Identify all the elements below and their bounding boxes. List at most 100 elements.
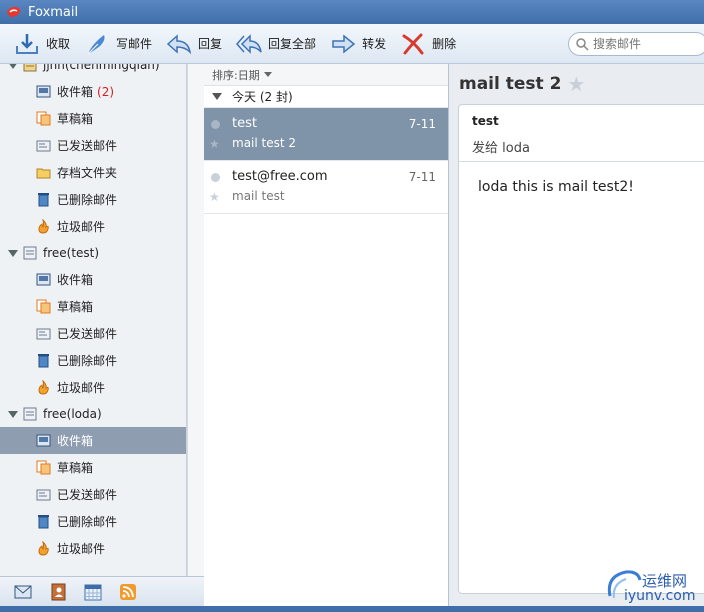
folder-drafts[interactable]: 草稿箱 — [0, 454, 186, 481]
module-switcher-bar — [0, 576, 204, 606]
message-row-selected[interactable]: ★ test 7-11 mail test 2 — [204, 108, 448, 161]
message-date: 7-11 — [408, 170, 436, 184]
sent-mail-icon — [36, 140, 51, 152]
message-sender: test@free.com — [232, 169, 328, 184]
drafts-icon — [36, 111, 51, 126]
chevron-down-icon — [263, 72, 272, 77]
folder-deleted[interactable]: 已删除邮件 — [0, 508, 186, 535]
folder-deleted[interactable]: 已删除邮件 — [0, 347, 186, 374]
mail-module-button[interactable] — [12, 582, 34, 602]
sent-mail-icon — [36, 489, 51, 501]
read-status-dot-icon[interactable] — [211, 120, 220, 129]
folder-junk[interactable]: 垃圾邮件 — [0, 374, 186, 401]
folder-sent[interactable]: 已发送邮件 — [0, 481, 186, 508]
reply-button[interactable]: 回复 — [160, 28, 230, 60]
reader-sender[interactable]: test — [472, 114, 499, 128]
rss-module-button[interactable] — [117, 582, 139, 602]
reading-pane: mail test 2 ★ test 发给 loda loda this is … — [449, 64, 704, 606]
message-row[interactable]: ★ test@free.com 7-11 mail test — [204, 161, 448, 214]
sort-selector[interactable]: 排序:日期 — [204, 64, 448, 86]
address-book-icon — [51, 583, 66, 600]
folder-inbox[interactable]: 收件箱 (2) — [0, 78, 186, 105]
title-bar: Foxmail — [0, 0, 704, 24]
folder-junk[interactable]: 垃圾邮件 — [0, 213, 186, 240]
folder-drafts[interactable]: 草稿箱 — [0, 105, 186, 132]
folder-drafts[interactable]: 草稿箱 — [0, 293, 186, 320]
account-free-loda[interactable]: free(loda) — [0, 401, 186, 427]
toolbar: 收取 写邮件 回复 回复全部 转发 删除 — [0, 24, 704, 64]
reader-recipient: 发给 loda — [472, 141, 530, 156]
forward-button[interactable]: 转发 — [324, 28, 394, 60]
inbox-icon — [36, 434, 51, 447]
message-subject: mail test 2 — [232, 136, 297, 150]
junk-fire-icon — [38, 541, 49, 556]
window-bottom-strip — [0, 606, 704, 612]
collapse-triangle-icon[interactable] — [8, 64, 18, 69]
account-mailbox-icon — [23, 246, 37, 260]
junk-fire-icon — [38, 380, 49, 395]
sidebar-scrollbar[interactable] — [187, 64, 204, 576]
date-group-header[interactable]: 今天 (2 封) — [204, 86, 448, 108]
message-subject: mail test — [232, 189, 285, 203]
feather-pen-icon — [87, 34, 105, 54]
search-icon — [576, 38, 589, 51]
sent-mail-icon — [36, 328, 51, 340]
trash-can-icon — [38, 515, 49, 529]
inbox-icon — [36, 273, 51, 286]
folder-sidebar: jjnn(chenmingqian) 收件箱 (2) 草稿箱 已发送邮件 存档文… — [0, 64, 187, 576]
reader-subject-header: mail test 2 ★ — [459, 72, 585, 96]
mail-icon — [14, 585, 32, 598]
folder-junk[interactable]: 垃圾邮件 — [0, 535, 186, 562]
rss-feed-icon — [120, 583, 136, 600]
calendar-module-button[interactable] — [82, 582, 104, 602]
compose-button[interactable]: 写邮件 — [78, 28, 160, 60]
calendar-icon — [84, 584, 102, 600]
receive-button[interactable]: 收取 — [8, 28, 78, 60]
message-list-pane: 排序:日期 今天 (2 封) ★ test 7-11 mail test 2 ★… — [204, 64, 449, 606]
site-watermark: 运维网 iyunv.com — [604, 566, 704, 606]
window-title: Foxmail — [28, 4, 79, 20]
folder-archive[interactable]: 存档文件夹 — [0, 159, 186, 186]
forward-arrow-icon — [332, 33, 356, 54]
message-body: loda this is mail test2! — [478, 179, 634, 195]
junk-fire-icon — [38, 219, 49, 234]
folder-sent[interactable]: 已发送邮件 — [0, 320, 186, 347]
message-date: 7-11 — [408, 117, 436, 131]
account-free-test[interactable]: free(test) — [0, 240, 186, 266]
search-input[interactable] — [593, 37, 703, 51]
folder-inbox-selected[interactable]: 收件箱 — [0, 427, 186, 454]
message-card: test 发给 loda loda this is mail test2! — [458, 104, 704, 594]
search-box[interactable] — [568, 32, 704, 56]
header-divider — [459, 161, 704, 162]
download-icon — [16, 33, 38, 54]
inbox-icon — [36, 85, 51, 98]
delete-x-icon — [402, 33, 424, 54]
collapse-triangle-icon[interactable] — [8, 249, 18, 257]
delete-button[interactable]: 删除 — [394, 28, 464, 60]
trash-can-icon — [38, 354, 49, 368]
drafts-icon — [36, 460, 51, 475]
trash-can-icon — [38, 193, 49, 207]
reply-all-button[interactable]: 回复全部 — [230, 28, 324, 60]
contacts-module-button[interactable] — [47, 582, 69, 602]
reply-arrow-icon — [166, 33, 192, 54]
star-icon[interactable]: ★ — [209, 137, 220, 151]
account-mailbox-icon — [23, 407, 37, 421]
star-icon[interactable]: ★ — [209, 190, 220, 204]
star-icon[interactable]: ★ — [567, 72, 585, 96]
message-sender: test — [232, 116, 257, 131]
foxmail-logo-icon — [7, 6, 21, 17]
collapse-triangle-icon[interactable] — [8, 410, 18, 418]
read-status-dot-icon[interactable] — [211, 173, 220, 182]
drafts-icon — [36, 299, 51, 314]
reader-subject: mail test 2 — [459, 74, 562, 94]
archive-folder-icon — [36, 168, 51, 179]
folder-inbox[interactable]: 收件箱 — [0, 266, 186, 293]
reply-all-arrow-icon — [236, 33, 262, 54]
account-mailbox-icon — [23, 64, 37, 72]
folder-deleted[interactable]: 已删除邮件 — [0, 186, 186, 213]
account-jjnn[interactable]: jjnn(chenmingqian) — [0, 64, 186, 78]
collapse-triangle-icon[interactable] — [212, 93, 222, 100]
folder-sent[interactable]: 已发送邮件 — [0, 132, 186, 159]
unread-count-badge: (2) — [97, 84, 115, 99]
